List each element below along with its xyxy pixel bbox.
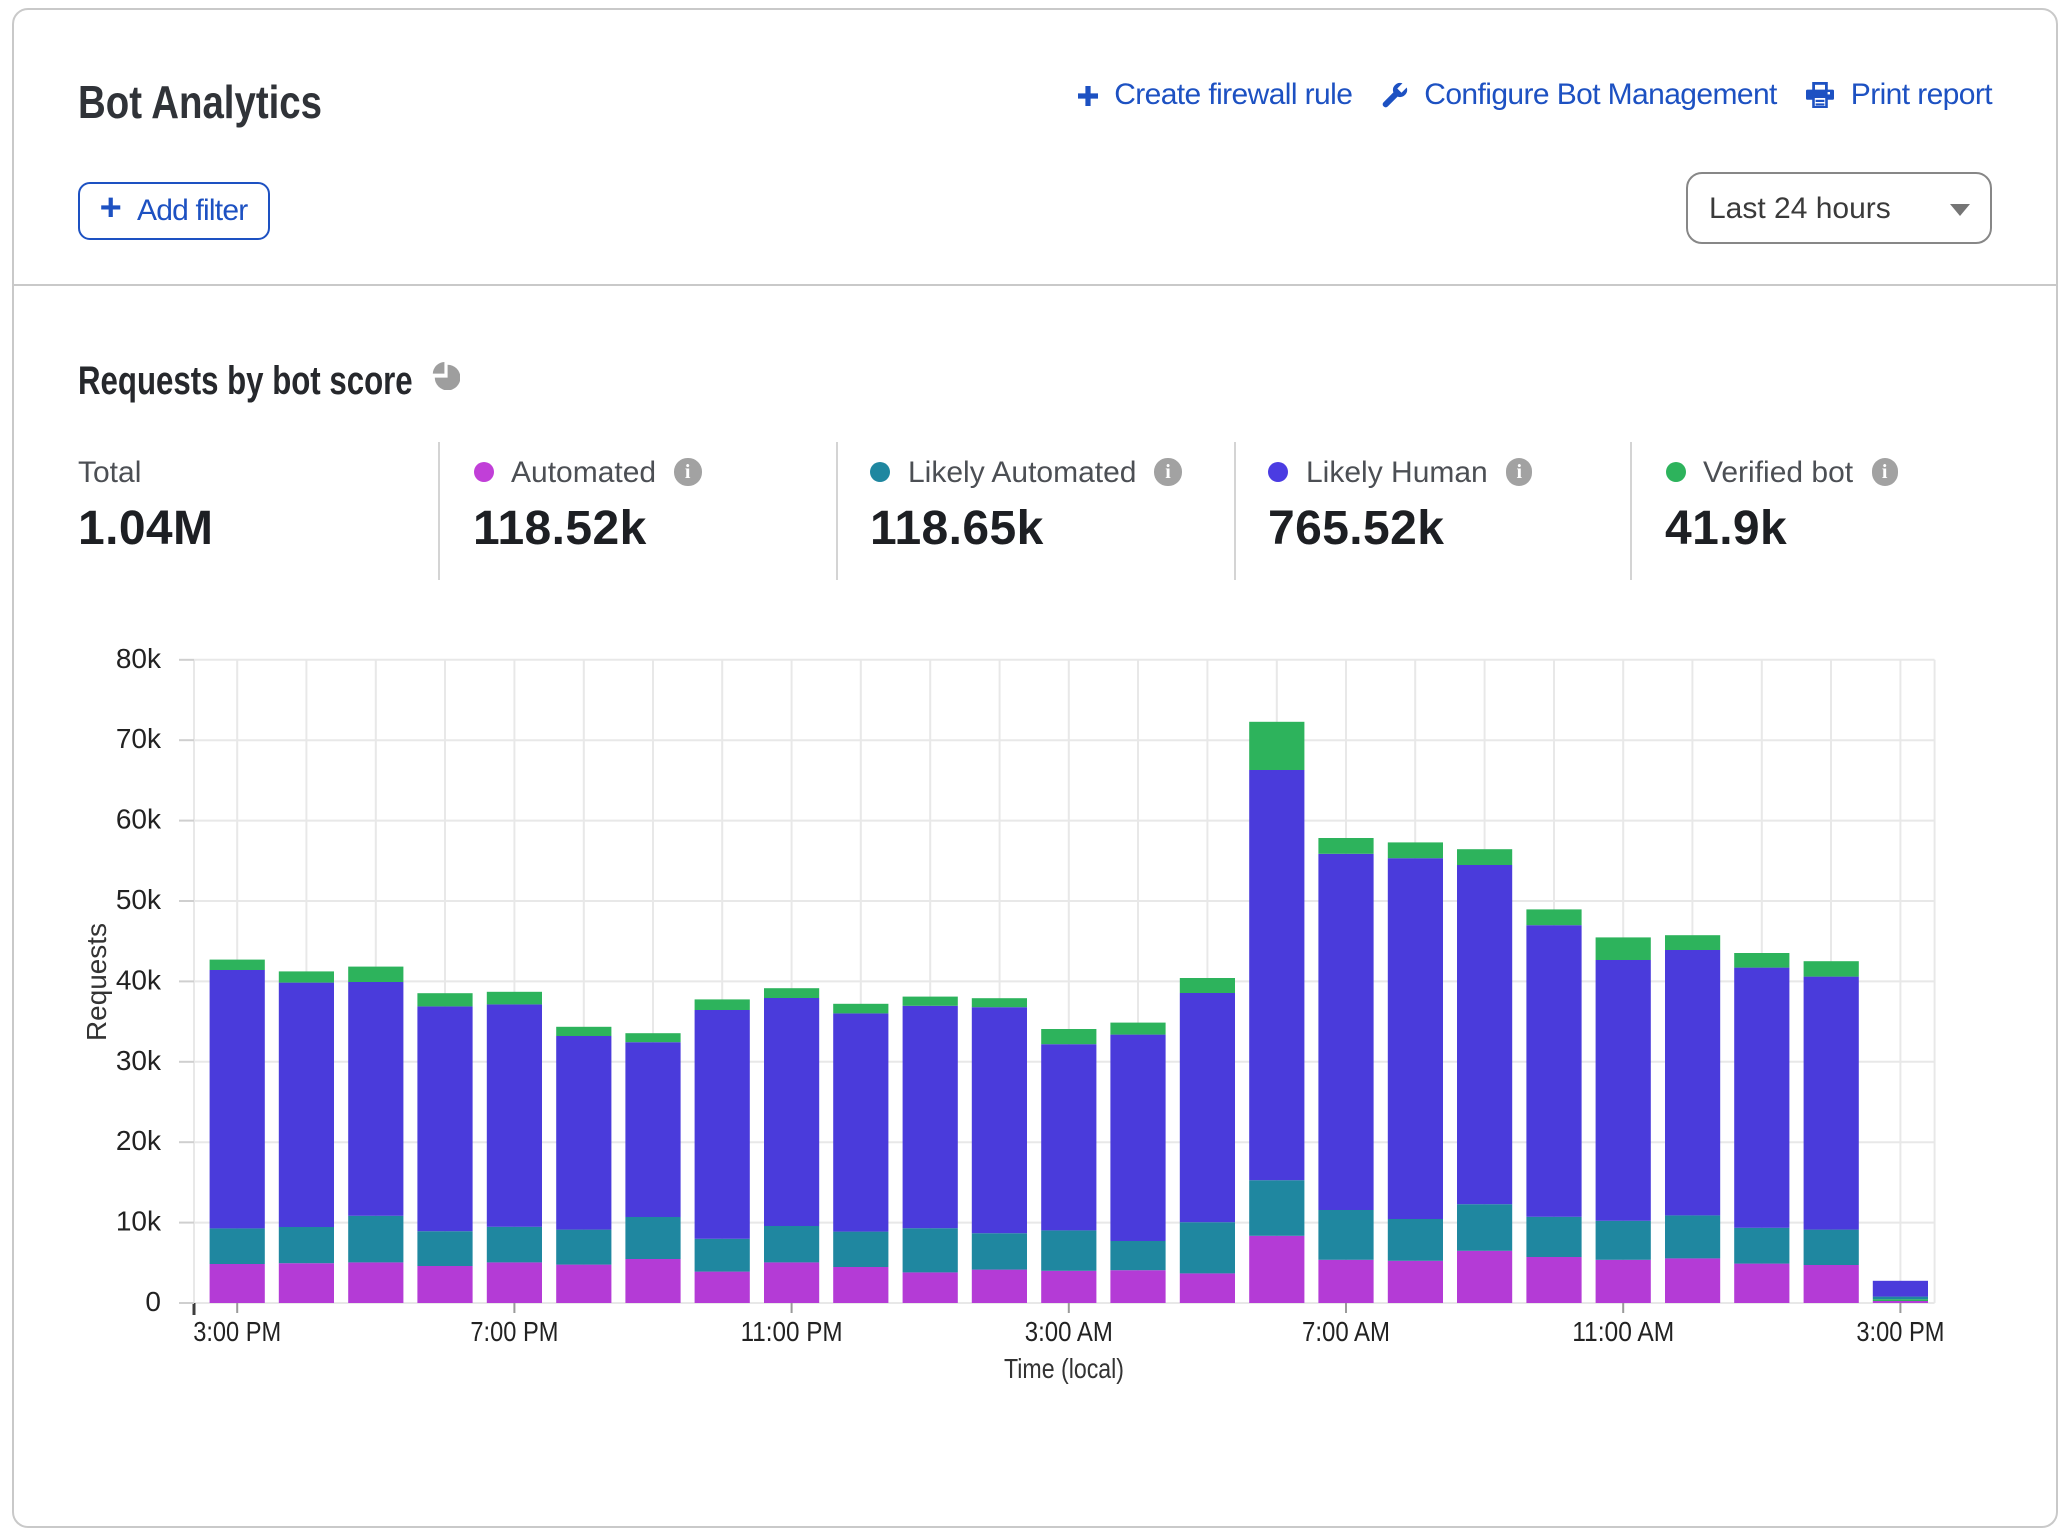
svg-text:80k: 80k [116,643,162,674]
svg-text:30k: 30k [116,1045,162,1076]
svg-text:60k: 60k [116,804,162,835]
svg-text:0: 0 [145,1286,161,1317]
svg-text:11:00 PM: 11:00 PM [741,1316,843,1347]
svg-text:Requests: Requests [81,923,112,1041]
svg-text:3:00 PM: 3:00 PM [193,1316,281,1347]
svg-text:3:00 PM: 3:00 PM [1856,1316,1944,1347]
svg-text:7:00 PM: 7:00 PM [470,1316,558,1347]
svg-text:40k: 40k [116,964,162,995]
svg-text:20k: 20k [116,1125,162,1156]
svg-text:7:00 AM: 7:00 AM [1302,1316,1390,1347]
svg-text:10k: 10k [116,1206,162,1237]
svg-text:3:00 AM: 3:00 AM [1025,1316,1113,1347]
svg-text:Time (local): Time (local) [1004,1353,1124,1384]
svg-text:11:00 AM: 11:00 AM [1572,1316,1674,1347]
svg-text:50k: 50k [116,884,162,915]
svg-text:70k: 70k [116,723,162,754]
